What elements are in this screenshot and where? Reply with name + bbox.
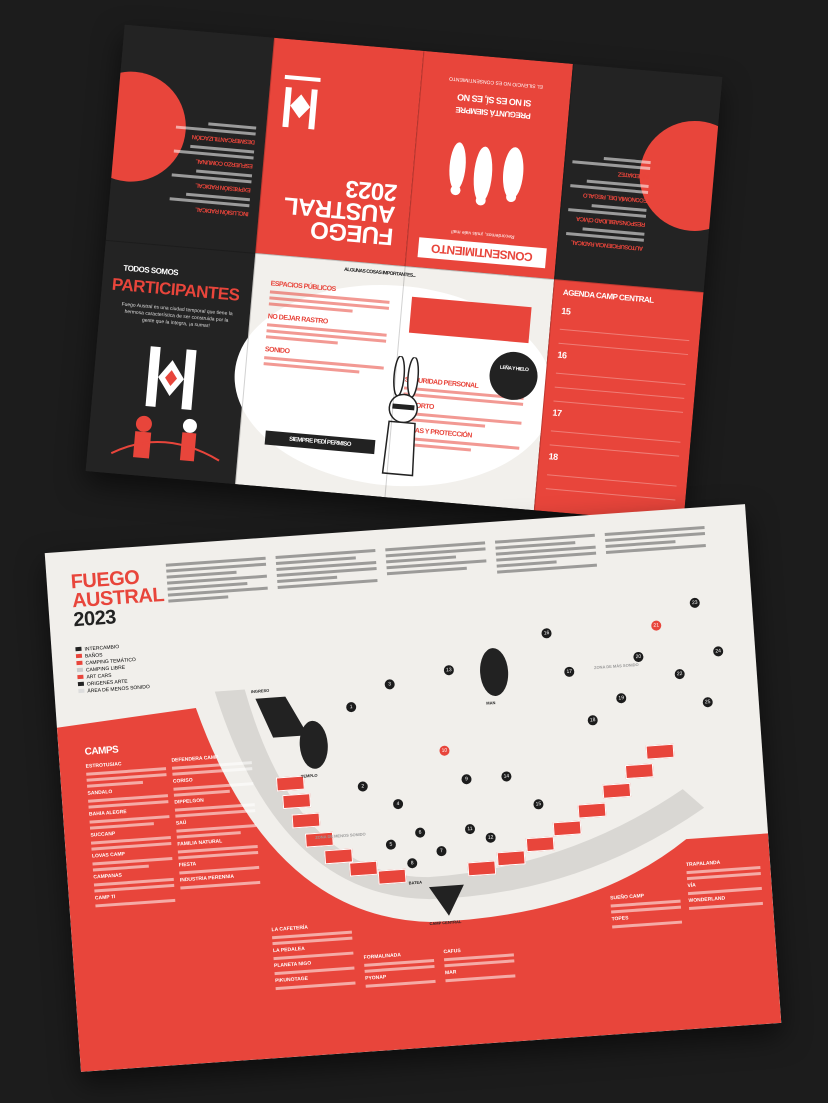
firewood-badge-title: LEÑA Y HIELO: [499, 364, 529, 374]
man-shape: [480, 648, 509, 697]
camps-col-7: TRAPALANDA VÍA WONDERLAND: [686, 854, 764, 913]
brochure-outside-sheet: INCLUSIÓN RADICAL EXPRESIÓN RADICAL ESFU…: [85, 24, 723, 524]
batea-label: BATEA: [408, 879, 423, 886]
values-panel-right: AUTOSUFICIENCIA RADICAL RESPONSABILIDAD …: [554, 63, 723, 293]
consent-title: CONSENTIMIENTO: [417, 237, 547, 269]
camps-col-6: SUEÑO CAMP TOPES: [610, 888, 683, 932]
camp-block[interactable]: [577, 802, 607, 819]
camp-block[interactable]: [602, 782, 632, 799]
camp-central-shape: [428, 884, 464, 916]
map-sheet: FUEGO AUSTRAL 2023 INTERCAMBIO BAÑOS CAM…: [44, 504, 782, 1072]
consent-panel: CONSENTIMIENTO Recordemos, ¡más vale mal…: [404, 50, 573, 280]
consent-footer: EL SILENCIO NO ES CONSENTIMIENTO: [448, 75, 544, 90]
camp-block[interactable]: [525, 836, 555, 853]
values-list-left: INCLUSIÓN RADICAL EXPRESIÓN RADICAL ESFU…: [168, 117, 257, 223]
principles-left-col: ESPACIOS PÚBLICOS NO DEJAR RASTRO SONIDO: [263, 280, 390, 378]
participants-panel: TODOS SOMOS PARTICIPANTES Fuego Austral …: [85, 239, 256, 485]
cover-panel: FUEGO AUSTRAL 2023: [255, 37, 424, 267]
camps-col-5: CAFUS MAR: [443, 941, 516, 985]
values-panel-left: INCLUSIÓN RADICAL EXPRESIÓN RADICAL ESFU…: [85, 24, 275, 253]
camp-block[interactable]: [645, 743, 675, 760]
cover-title-year: 2023: [344, 174, 399, 207]
camp-block[interactable]: [552, 820, 582, 837]
cover-logo: [282, 74, 321, 130]
participants-body: Fuego Austral es una ciudad temporal que…: [121, 301, 233, 330]
entrance-shape: [255, 696, 309, 738]
consent-illustration: [449, 142, 524, 206]
camp-block[interactable]: [377, 868, 407, 885]
man-label: MAN: [486, 700, 496, 706]
camp-block[interactable]: [291, 812, 321, 829]
participants-heading: PARTICIPANTES: [111, 274, 241, 305]
camp-block[interactable]: [467, 860, 497, 877]
camp-block[interactable]: [282, 793, 312, 810]
camps-col-4: FORMALINADA PYONAP: [363, 947, 436, 991]
agenda-title: AGENDA CAMP CENTRAL: [562, 287, 654, 305]
camp-block[interactable]: [496, 850, 526, 867]
values-list-right: AUTOSUFICIENCIA RADICAL RESPONSABILIDAD …: [565, 151, 651, 256]
camps-col-3: LA CAFETERÍA LA PEDALEA PLANETA NIGO PIK…: [271, 919, 356, 993]
camps-heading: CAMPS: [84, 744, 119, 758]
camps-col-2: DEFENDERA CAMP CORISO DIPPELGON SAÚ FAMI…: [171, 749, 261, 892]
agenda-panel: AGENDA CAMP CENTRAL 15 16 17 18: [533, 279, 704, 524]
agenda-list: 15 16 17 18: [545, 306, 692, 501]
camp-block[interactable]: [349, 860, 378, 877]
camps-col-1: ESTROTUSIAC SANDALO BAHIA ALEGRE SUCCANP…: [85, 755, 176, 910]
participants-kicker: TODOS SOMOS: [123, 263, 179, 278]
participants-illustration: [110, 346, 220, 462]
camp-block[interactable]: [624, 763, 654, 780]
